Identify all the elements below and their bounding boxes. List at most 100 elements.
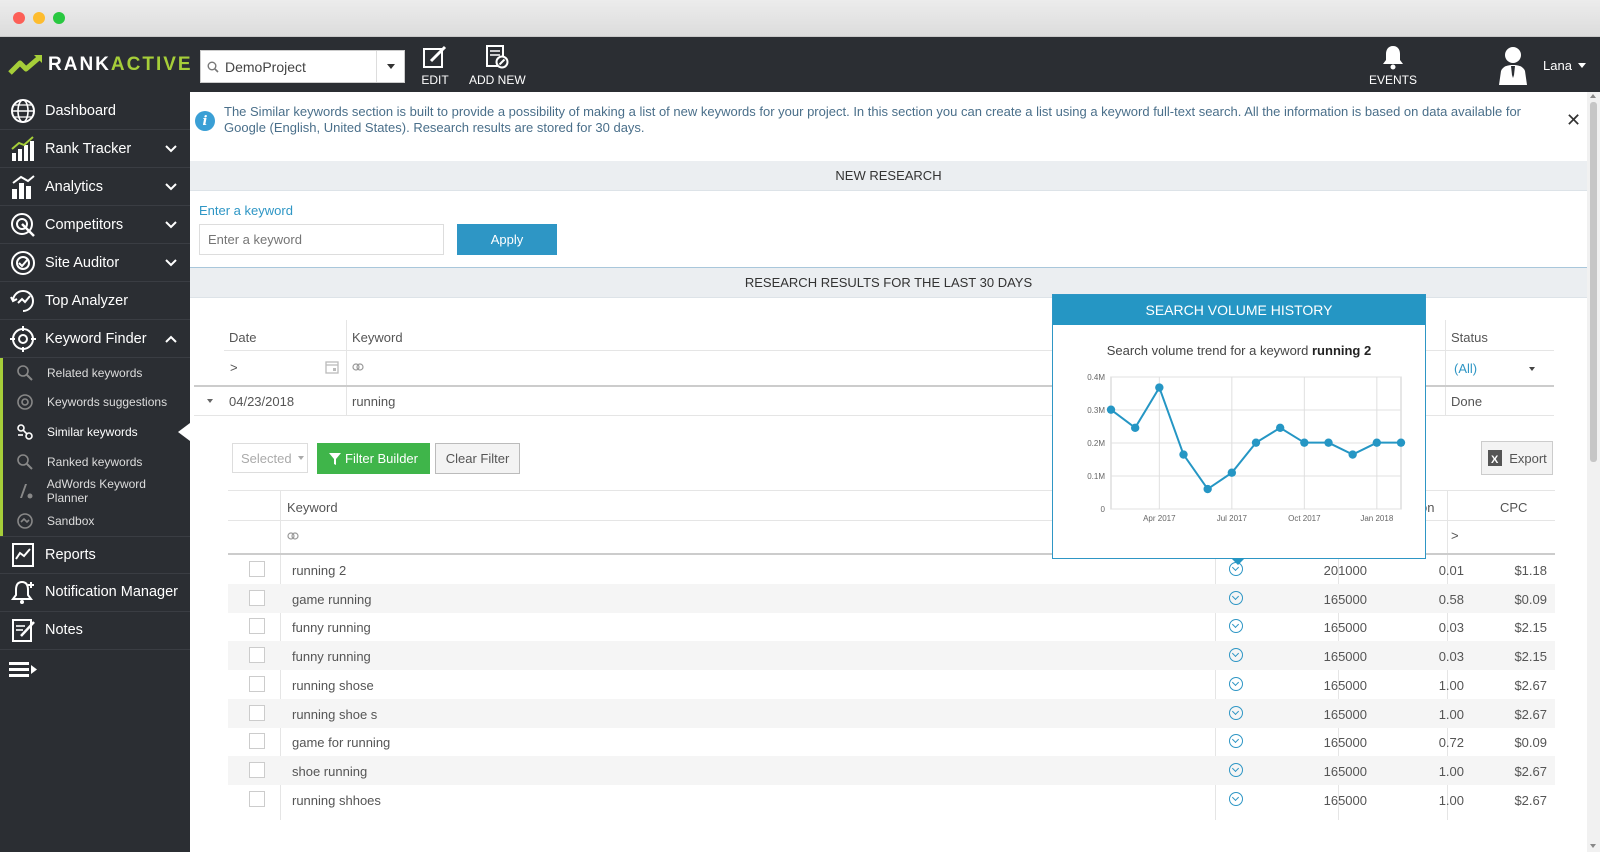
close-icon[interactable]: ✕ (1566, 110, 1581, 131)
trend-chevron-icon[interactable] (1229, 648, 1243, 663)
scrollbar-thumb[interactable] (1590, 102, 1597, 462)
filter-builder-button[interactable]: Filter Builder (317, 443, 430, 474)
row-volume: 165000 (1323, 792, 1367, 808)
sidebar-subitem-related-keywords[interactable]: Related keywords (0, 358, 190, 388)
sidebar-item-rank-tracker[interactable]: Rank Tracker (0, 130, 190, 168)
sidebar-subitem-label: Similar keywords (47, 424, 138, 439)
notification-bell-icon (10, 581, 34, 605)
table-row[interactable]: shoe running 165000 1.00 $2.67 (228, 755, 1555, 786)
research-keyword[interactable]: running (352, 394, 395, 409)
clear-filter-button[interactable]: Clear Filter (435, 443, 520, 474)
keyword-input[interactable] (199, 224, 444, 255)
sidebar-item-reports[interactable]: Reports (0, 535, 190, 574)
chart-y-tick-label: 0.3M (1087, 406, 1105, 415)
sidebar-item-analytics[interactable]: Analytics (0, 168, 190, 206)
chart-data-point (1300, 438, 1309, 447)
table-row[interactable]: running shhoes 165000 1.00 $2.67 (228, 785, 1555, 814)
maximize-window-button[interactable] (53, 12, 65, 24)
sidebar-item-dashboard[interactable]: Dashboard (0, 92, 190, 130)
table-row[interactable]: running 2 201000 0.01 $1.18 (228, 555, 1555, 584)
chevron-up-icon[interactable] (164, 332, 178, 346)
trend-chevron-icon[interactable] (1229, 791, 1243, 806)
scrollbar[interactable] (1587, 92, 1600, 852)
row-checkbox[interactable] (249, 704, 265, 721)
trend-chevron-icon[interactable] (1229, 734, 1243, 749)
status-filter-select[interactable]: (All) (1454, 361, 1477, 376)
popup-title: SEARCH VOLUME HISTORY (1053, 295, 1425, 325)
table-row[interactable]: running shose 165000 1.00 $2.67 (228, 670, 1555, 699)
chart-x-tick-label: Apr 2017 (1143, 514, 1176, 523)
funnel-icon (329, 452, 342, 465)
close-window-button[interactable] (13, 12, 25, 24)
chevron-down-icon[interactable] (164, 218, 178, 232)
table-row[interactable]: funny running 165000 0.03 $2.15 (228, 612, 1555, 641)
column-header-date[interactable]: Date (229, 330, 256, 345)
export-button[interactable]: X Export (1481, 441, 1553, 475)
sidebar-subitem-keywords-suggestions[interactable]: Keywords suggestions (0, 387, 190, 418)
chevron-down-icon[interactable] (164, 256, 178, 270)
sidebar-item-notification-manager[interactable]: Notification Manager (0, 574, 190, 612)
sidebar-item-site-auditor[interactable]: Site Auditor (0, 244, 190, 282)
trend-chevron-icon[interactable] (1229, 590, 1243, 605)
scroll-up-icon[interactable] (1590, 94, 1596, 98)
minimize-window-button[interactable] (33, 12, 45, 24)
sidebar-item-competitors[interactable]: Competitors (0, 206, 190, 244)
row-cpc: $2.67 (1514, 706, 1547, 722)
row-checkbox[interactable] (249, 647, 265, 664)
scroll-down-icon[interactable] (1590, 844, 1596, 848)
events-button[interactable]: EVENTS (1369, 44, 1417, 87)
cpc-filter-operator[interactable]: > (1451, 528, 1459, 543)
sidebar-item-top-analyzer[interactable]: Top Analyzer (0, 282, 190, 320)
edit-button[interactable]: EDIT (421, 44, 449, 87)
trend-chevron-icon[interactable] (1229, 619, 1243, 634)
table-row[interactable]: game running 165000 0.58 $0.09 (228, 583, 1555, 613)
row-checkbox[interactable] (249, 589, 265, 606)
row-cpc: $2.67 (1514, 763, 1547, 779)
trend-chevron-icon[interactable] (1229, 705, 1243, 720)
add-new-label: ADD NEW (469, 73, 526, 87)
column-header-keyword[interactable]: Keyword (287, 500, 338, 515)
chevron-down-icon[interactable] (1529, 367, 1535, 371)
sidebar-subitem-sandbox[interactable]: Sandbox (0, 505, 190, 536)
chart-data-point (1106, 405, 1116, 414)
filter-match-icon[interactable] (287, 531, 299, 541)
sidebar-subitem-similar-keywords[interactable]: Similar keywords (0, 417, 190, 447)
calendar-icon[interactable] (325, 360, 339, 374)
trend-chevron-icon[interactable] (1229, 676, 1243, 691)
row-checkbox[interactable] (249, 790, 265, 807)
logo[interactable]: RANKACTIVE (8, 51, 193, 79)
row-checkbox[interactable] (249, 761, 265, 778)
sidebar-subitem-adwords-keyword-planner[interactable]: AdWords Keyword Planner (0, 476, 190, 506)
table-row[interactable]: funny running 165000 0.03 $2.15 (228, 641, 1555, 671)
column-header-keyword[interactable]: Keyword (352, 330, 403, 345)
column-header-status[interactable]: Status (1451, 330, 1488, 345)
add-new-button[interactable]: ADD NEW (469, 44, 526, 87)
sidebar-item-notes[interactable]: Notes (0, 612, 190, 650)
user-menu[interactable]: Lana (1495, 45, 1586, 85)
date-filter-operator[interactable]: > (230, 360, 238, 375)
info-text: The Similar keywords section is built to… (224, 104, 1522, 135)
table-row[interactable]: running shoe s 165000 1.00 $2.67 (228, 698, 1555, 728)
filter-match-icon[interactable] (352, 362, 364, 372)
row-checkbox[interactable] (249, 618, 265, 635)
sidebar-item-keyword-finder[interactable]: Keyword Finder (0, 320, 190, 358)
chart-x-tick-label: Jan 2018 (1360, 514, 1393, 523)
expand-row-icon[interactable] (207, 399, 213, 403)
table-row[interactable]: game for running 165000 0.72 $0.09 (228, 727, 1555, 756)
chevron-down-icon (1577, 62, 1586, 68)
row-checkbox[interactable] (249, 561, 265, 577)
apply-button[interactable]: Apply (457, 224, 557, 255)
row-checkbox[interactable] (249, 733, 265, 750)
project-select[interactable]: DemoProject (200, 50, 405, 83)
row-keyword: running shoe s (292, 706, 378, 722)
selected-dropdown[interactable]: Selected (232, 443, 308, 473)
column-header-cpc[interactable]: CPC (1500, 500, 1527, 515)
row-checkbox[interactable] (249, 675, 265, 692)
chevron-down-icon[interactable] (164, 180, 178, 194)
chevron-down-icon[interactable] (164, 142, 178, 156)
trend-chevron-icon[interactable] (1229, 762, 1243, 777)
sidebar-collapse-button[interactable] (0, 650, 190, 690)
sidebar-subitem-ranked-keywords[interactable]: Ranked keywords (0, 446, 190, 477)
chevron-down-icon[interactable] (376, 51, 404, 82)
row-cpc: $0.09 (1514, 735, 1547, 751)
